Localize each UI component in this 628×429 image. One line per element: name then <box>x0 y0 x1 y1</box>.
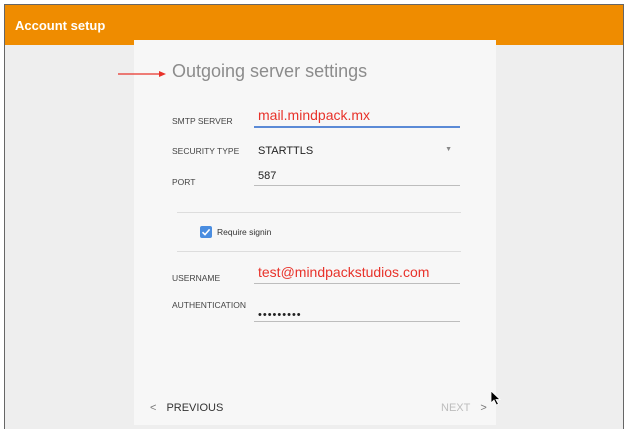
chevron-down-icon: ▼ <box>445 146 452 153</box>
smtp-server-label: SMTP SERVER <box>172 116 233 126</box>
previous-button[interactable]: < PREVIOUS <box>150 402 223 414</box>
security-type-value: STARTTLS <box>258 145 314 157</box>
divider <box>177 212 461 213</box>
next-button[interactable]: NEXT > <box>441 402 487 414</box>
security-type-select[interactable]: STARTTLS ▼ <box>254 138 460 160</box>
divider <box>177 251 461 252</box>
annotation-arrow-icon <box>118 71 166 77</box>
password-value: ••••••••• <box>258 309 302 321</box>
smtp-server-value: mail.mindpack.mx <box>258 107 371 123</box>
chevron-right-icon: > <box>480 402 487 414</box>
mouse-pointer-icon <box>491 391 501 406</box>
port-input[interactable]: 587 <box>254 164 460 186</box>
page-title: Outgoing server settings <box>172 61 368 81</box>
next-label: NEXT <box>441 402 471 414</box>
security-type-label: SECURITY TYPE <box>172 146 240 156</box>
previous-label: PREVIOUS <box>166 402 224 414</box>
smtp-server-input[interactable]: mail.mindpack.mx <box>254 106 460 128</box>
username-input[interactable]: test@mindpackstudios.com <box>254 262 460 284</box>
chevron-left-icon: < <box>150 402 157 414</box>
require-signin-checkbox[interactable] <box>200 226 212 238</box>
app-bar: Account setup <box>5 5 623 45</box>
setup-panel <box>134 40 496 425</box>
app-title: Account setup <box>15 18 106 33</box>
require-signin-label[interactable]: Require signin <box>217 227 271 237</box>
username-value: test@mindpackstudios.com <box>258 264 430 280</box>
port-label: PORT <box>172 177 196 187</box>
port-value: 587 <box>258 170 277 182</box>
username-label: USERNAME <box>172 273 221 283</box>
checkmark-icon <box>201 228 211 236</box>
authentication-label: AUTHENTICATION <box>172 300 246 310</box>
